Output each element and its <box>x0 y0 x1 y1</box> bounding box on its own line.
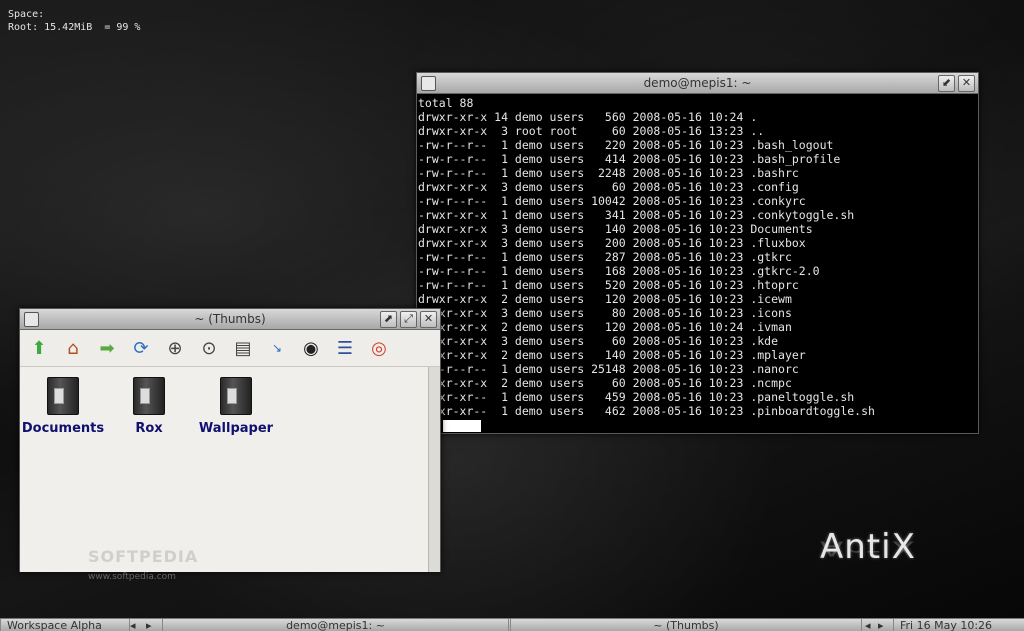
rox-filer-window[interactable]: ~ (Thumbs) ⬈ ⤢ ✕ ⬆ ⌂ ➡ ⟳ ⊕ ⊙ ▤ ↘ ◉ ☰ ◎ D… <box>19 308 441 572</box>
watermark-url: www.softpedia.com <box>88 572 176 582</box>
terminal-line: drwxr-xr-x 2 demo users 120 2008-05-16 1… <box>418 320 792 334</box>
terminal-cursor <box>443 419 481 432</box>
rox-title: ~ (Thumbs) <box>194 312 266 326</box>
folder-icon <box>220 377 252 415</box>
terminal-line: drwxr-xr-x 14 demo users 560 2008-05-16 … <box>418 110 758 124</box>
folder-icon <box>47 377 79 415</box>
rox-toolbar: ⬆ ⌂ ➡ ⟳ ⊕ ⊙ ▤ ↘ ◉ ☰ ◎ <box>20 330 440 367</box>
terminal-line: drwxr-xr-x 3 demo users 200 2008-05-16 1… <box>418 236 806 250</box>
terminal-line: -rw-r--r-- 1 demo users 10042 2008-05-16… <box>418 194 806 208</box>
terminal-prompt[interactable] <box>418 418 978 432</box>
terminal-line: drwxr-xr-x 3 root root 60 2008-05-16 13:… <box>418 124 765 138</box>
window-menu-icon[interactable] <box>421 76 436 91</box>
terminal-line: -rw-r--r-- 1 demo users 25148 2008-05-16… <box>418 362 799 376</box>
terminal-window[interactable]: demo@mepis1: ~ ⬋ ✕ total 88 drwxr-xr-x 14… <box>416 72 979 434</box>
prev-workspace-icon[interactable]: ◂ <box>130 619 136 631</box>
file-label: Wallpaper <box>198 421 274 436</box>
next-workspace-icon[interactable]: ▸ <box>146 619 152 631</box>
terminal-line: -rwxr-xr-- 1 demo users 459 2008-05-16 1… <box>418 390 855 404</box>
file-item[interactable]: Documents <box>18 377 108 436</box>
home-icon[interactable]: ⌂ <box>60 335 86 361</box>
help-icon[interactable]: ◎ <box>366 335 392 361</box>
terminal-line: drwxr-xr-x 3 demo users 60 2008-05-16 10… <box>418 180 799 194</box>
file-label: Documents <box>21 421 105 436</box>
file-item[interactable]: Rox <box>104 377 194 436</box>
list-icon[interactable]: ☰ <box>332 335 358 361</box>
next-task-icon[interactable]: ▸ <box>878 619 884 631</box>
prev-task-icon[interactable]: ◂ <box>865 619 871 631</box>
task-rox[interactable]: ~ (Thumbs) <box>510 619 862 631</box>
sort-icon[interactable]: ↘ <box>264 335 290 361</box>
terminal-output[interactable]: total 88 drwxr-xr-x 14 demo users 560 200… <box>417 94 978 432</box>
terminal-line: -rwxr-xr-- 1 demo users 462 2008-05-16 1… <box>418 404 875 418</box>
terminal-line: -rw-r--r-- 1 demo users 168 2008-05-16 1… <box>418 264 820 278</box>
workspace-name[interactable]: Workspace Alpha <box>0 619 130 631</box>
terminal-line: drwxr-xr-x 3 demo users 140 2008-05-16 1… <box>418 222 813 236</box>
terminal-line: -rw-r--r-- 1 demo users 520 2008-05-16 1… <box>418 278 799 292</box>
terminal-line: -rw-r--r-- 1 demo users 287 2008-05-16 1… <box>418 250 792 264</box>
terminal-line: drwxr-xr-x 3 demo users 60 2008-05-16 10… <box>418 334 779 348</box>
details-icon[interactable]: ▤ <box>230 335 256 361</box>
file-item[interactable]: Wallpaper <box>191 377 281 436</box>
terminal-line: -rw-r--r-- 1 demo users 2248 2008-05-16 … <box>418 166 799 180</box>
terminal-line: -rwxr-xr-x 1 demo users 341 2008-05-16 1… <box>418 208 855 222</box>
shade-icon[interactable]: ⬈ <box>380 311 397 328</box>
refresh-icon[interactable]: ⟳ <box>128 335 154 361</box>
close-icon[interactable]: ✕ <box>958 75 975 92</box>
scrollbar[interactable] <box>428 367 440 572</box>
task-terminal[interactable]: demo@mepis1: ~ <box>162 619 509 631</box>
close-icon[interactable]: ✕ <box>420 311 437 328</box>
watermark: SOFTPEDIA <box>88 547 199 566</box>
minimize-icon[interactable]: ⬋ <box>938 75 955 92</box>
terminal-titlebar[interactable]: demo@mepis1: ~ ⬋ ✕ <box>417 73 978 94</box>
terminal-line: drwxr-xr-x 3 demo users 80 2008-05-16 10… <box>418 306 792 320</box>
zoom-in-icon[interactable]: ⊕ <box>162 335 188 361</box>
conky-root-usage: Root: 15.42MiB = 99 % <box>8 22 141 33</box>
go-icon[interactable]: ➡ <box>94 335 120 361</box>
terminal-line: drwxr-xr-x 2 demo users 140 2008-05-16 1… <box>418 348 806 362</box>
terminal-line: drwxr-xr-x 2 demo users 60 2008-05-16 10… <box>418 376 792 390</box>
zoom-fit-icon[interactable]: ⊙ <box>196 335 222 361</box>
folder-icon <box>133 377 165 415</box>
antix-logo-reflection: AntiX <box>820 536 916 560</box>
rox-titlebar[interactable]: ~ (Thumbs) ⬈ ⤢ ✕ <box>20 309 440 330</box>
eye-icon[interactable]: ◉ <box>298 335 324 361</box>
terminal-line: -rw-r--r-- 1 demo users 220 2008-05-16 1… <box>418 138 834 152</box>
clock: Fri 16 May 10:26 <box>893 619 1024 631</box>
terminal-line: total 88 <box>418 96 474 110</box>
conky-space-label: Space: <box>8 9 45 20</box>
conky-monitor: Space: Root: 15.42MiB = 99 % <box>8 8 140 34</box>
window-menu-icon[interactable] <box>24 312 39 327</box>
terminal-title: demo@mepis1: ~ <box>643 76 752 90</box>
file-pane[interactable]: Documents Rox Wallpaper SOFTPEDIA <box>20 367 440 572</box>
terminal-line: drwxr-xr-x 2 demo users 120 2008-05-16 1… <box>418 292 792 306</box>
taskbar: Workspace Alpha ◂ ▸ demo@mepis1: ~ ~ (Th… <box>0 618 1024 631</box>
maximize-icon[interactable]: ⤢ <box>400 311 417 328</box>
terminal-line: -rw-r--r-- 1 demo users 414 2008-05-16 1… <box>418 152 841 166</box>
file-label: Rox <box>135 421 163 436</box>
up-arrow-icon[interactable]: ⬆ <box>26 335 52 361</box>
